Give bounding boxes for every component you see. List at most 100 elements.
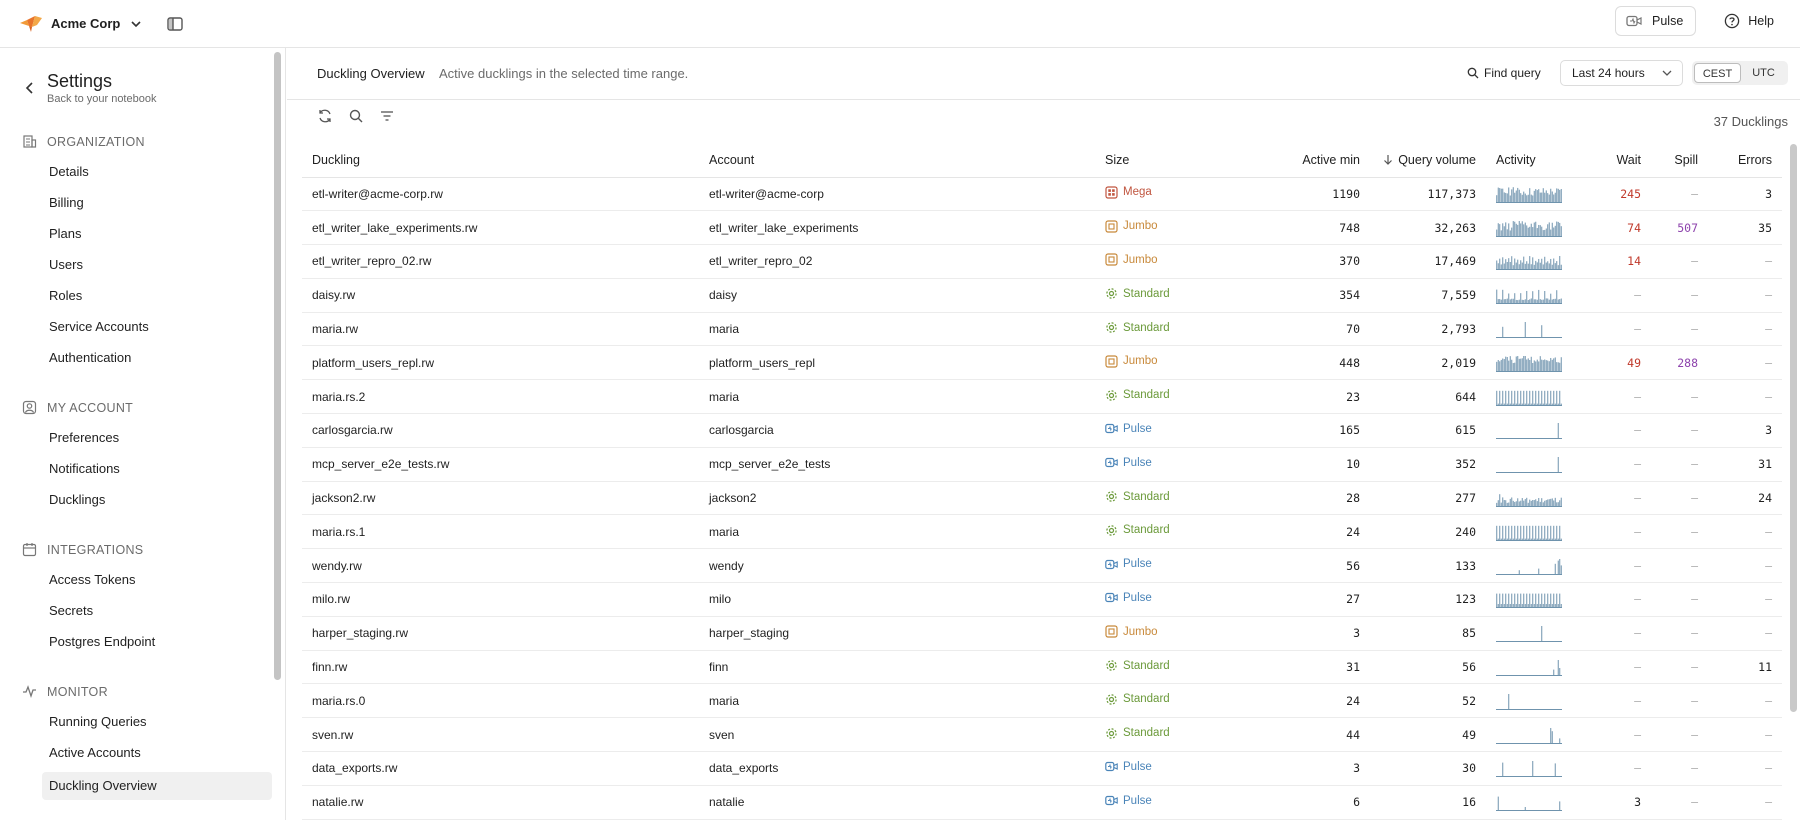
table-row[interactable]: etl_writer_lake_experiments.rw etl_writer… (302, 210, 1782, 246)
sidebar-item-roles[interactable]: Roles (42, 282, 272, 310)
sidebar-item-access-tokens[interactable]: Access Tokens (42, 566, 272, 594)
table-row[interactable]: platform_users_repl.rw platform_users_rep… (302, 345, 1782, 381)
time-range-select[interactable]: Last 24 hours (1560, 60, 1683, 86)
cell-spill: — (1651, 616, 1708, 651)
cell-active-min: 23 (1245, 379, 1370, 415)
sidebar-item-ducklings[interactable]: Ducklings (42, 486, 272, 514)
table-row[interactable]: maria.rs.2 maria Standard 23 644— — — (302, 379, 1782, 415)
size-badge: Jumbo (1105, 355, 1158, 368)
table-row[interactable]: maria.rs.0 maria Standard 24 52— — — (302, 683, 1782, 719)
sidebar-item-plans[interactable]: Plans (42, 220, 272, 248)
table-row[interactable]: daisy.rw daisy Standard 354 7,559— — — (302, 278, 1782, 313)
pulse-icon (1105, 458, 1118, 468)
size-label: Standard (1123, 524, 1170, 537)
back-to-notebook-link[interactable]: Settings Back to your notebook (22, 70, 156, 105)
cell-errors: — (1708, 751, 1782, 786)
cell-size: Pulse (1095, 447, 1245, 482)
pulse-button[interactable]: Pulse (1615, 6, 1697, 36)
column-header-active-min[interactable]: Active min (1245, 144, 1370, 178)
cell-errors: 31 (1708, 447, 1782, 482)
table-row[interactable]: milo.rw milo Pulse 27 123— — — (302, 582, 1782, 617)
activity-sparkline (1496, 525, 1562, 541)
find-query-button[interactable]: Find query (1467, 66, 1541, 80)
size-badge: Standard (1105, 524, 1170, 537)
sidebar-item-duckling-overview[interactable]: Duckling Overview (42, 772, 272, 800)
column-header-activity[interactable]: Activity (1486, 144, 1594, 178)
sidebar-item-preferences[interactable]: Preferences (42, 424, 272, 452)
cell-wait: — (1594, 447, 1651, 482)
sidebar-item-running-queries[interactable]: Running Queries (42, 708, 272, 736)
table-row[interactable]: carlosgarcia.rw carlosgarcia Pulse 165 615 — —… (302, 413, 1782, 448)
table-row[interactable]: etl_writer_repro_02.rw etl_writer_repro_0… (302, 244, 1782, 279)
size-label: Jumbo (1123, 253, 1158, 266)
cell-wait: — (1594, 548, 1651, 584)
activity-sparkline (1496, 289, 1562, 305)
cell-size: Jumbo (1095, 210, 1245, 246)
table-row[interactable]: etl-writer@acme-corp.rw etl-writer@acme-c… (302, 177, 1782, 212)
size-label: Standard (1123, 659, 1170, 672)
table-scrollbar[interactable] (1790, 144, 1797, 712)
table-row[interactable]: maria.rs.1 maria Standard 24 240— — — (302, 514, 1782, 550)
size-badge: Standard (1105, 287, 1170, 300)
sidebar-item-secrets[interactable]: Secrets (42, 597, 272, 625)
column-header-query-volume[interactable]: Query volume (1370, 144, 1486, 178)
column-header-duckling[interactable]: Duckling (302, 144, 699, 178)
table-row[interactable]: sven.rw sven Standard 44 49— — — (302, 717, 1782, 753)
sidebar-item-billing[interactable]: Billing (42, 189, 272, 217)
table-row[interactable]: data_exports.rw data_exports Pulse 3 30— — — (302, 751, 1782, 786)
table-row[interactable]: mcp_server_e2e_tests.rw mcp_server_e2e_te… (302, 447, 1782, 482)
cell-activity (1486, 177, 1594, 212)
timezone-option-utc[interactable]: UTC (1741, 63, 1786, 83)
table-row[interactable]: finn.rw finn Standard 31 56— —11 (302, 650, 1782, 685)
cell-active-min: 10 (1245, 447, 1370, 482)
search-icon (1467, 67, 1479, 79)
sidebar-item-details[interactable]: Details (42, 158, 272, 186)
sidebar-item-authentication[interactable]: Authentication (42, 344, 272, 372)
size-label: Standard (1123, 287, 1170, 300)
table-row[interactable]: harper_staging.rw harper_staging Jumbo 3 85 —… (302, 616, 1782, 651)
sidebar-item-service-accounts[interactable]: Service Accounts (42, 313, 272, 341)
cell-errors: — (1708, 683, 1782, 719)
size-label: Standard (1123, 490, 1170, 503)
column-header-errors[interactable]: Errors (1708, 144, 1782, 178)
sidebar-item-users[interactable]: Users (42, 251, 272, 279)
sidebar-scrollbar[interactable] (274, 52, 281, 680)
cell-activity (1486, 785, 1594, 820)
cell-active-min: 165 (1245, 413, 1370, 448)
table-row[interactable]: natalie.rw natalie Pulse 6 16 3— — (302, 785, 1782, 820)
cell-query-volume: 16 (1370, 785, 1486, 820)
sidebar-item-notifications[interactable]: Notifications (42, 455, 272, 483)
filter-icon[interactable] (379, 108, 395, 124)
sidebar-item-active-accounts[interactable]: Active Accounts (42, 739, 272, 767)
sidebar-toggle-icon[interactable] (166, 15, 184, 33)
column-header-spill[interactable]: Spill (1651, 144, 1708, 178)
cell-query-volume: 52 (1370, 683, 1486, 719)
column-header-size[interactable]: Size (1095, 144, 1245, 178)
cell-spill: — (1651, 717, 1708, 753)
org-switcher[interactable]: Acme Corp (18, 14, 142, 34)
help-button[interactable]: Help (1724, 13, 1774, 29)
size-label: Pulse (1123, 558, 1152, 571)
table-row[interactable]: maria.rw maria Standard 70 2,793— — — (302, 312, 1782, 347)
cell-query-volume: 7,559 (1370, 278, 1486, 313)
cell-account: sven (699, 717, 1095, 753)
refresh-icon[interactable] (317, 108, 333, 124)
cell-active-min: 70 (1245, 312, 1370, 347)
size-badge: Standard (1105, 490, 1170, 503)
cell-errors: — (1708, 616, 1782, 651)
size-label: Pulse (1123, 794, 1152, 807)
search-icon[interactable] (348, 108, 364, 124)
timezone-option-cest[interactable]: CEST (1694, 63, 1741, 83)
sidebar-item-postgres-endpoint[interactable]: Postgres Endpoint (42, 628, 272, 656)
size-label: Standard (1123, 321, 1170, 334)
column-header-account[interactable]: Account (699, 144, 1095, 178)
cell-query-volume: 352 (1370, 447, 1486, 482)
column-header-wait[interactable]: Wait (1594, 144, 1651, 178)
building-icon (23, 135, 37, 148)
cell-account: mcp_server_e2e_tests (699, 447, 1095, 482)
table-row[interactable]: jackson2.rw jackson2 Standard 28 277— —24 (302, 481, 1782, 516)
table-row[interactable]: wendy.rw wendy Pulse 56 133— — — (302, 548, 1782, 584)
cell-size: Jumbo (1095, 616, 1245, 651)
size-label: Jumbo (1123, 625, 1158, 638)
cell-account: etl_writer_repro_02 (699, 244, 1095, 279)
